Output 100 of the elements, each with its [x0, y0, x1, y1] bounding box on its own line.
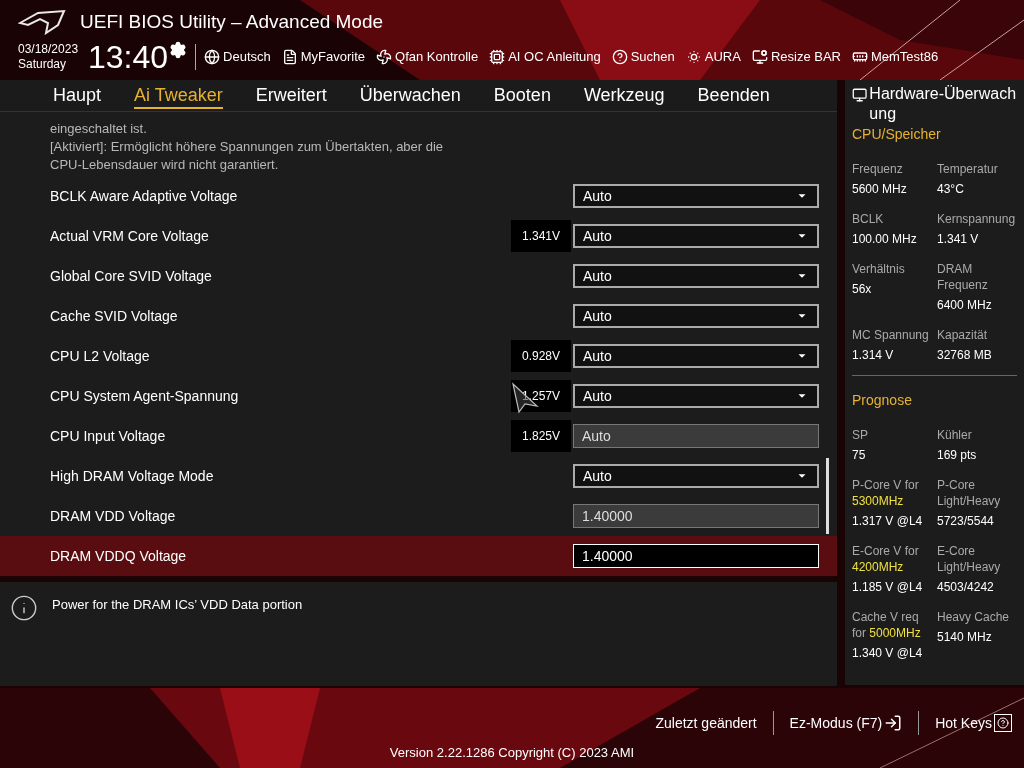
setting-label: Cache SVID Voltage [50, 306, 179, 326]
setting-row[interactable]: CPU Input Voltage 1.825V Auto [0, 416, 837, 456]
description-text: CPU-Lebensdauer wird nicht garantiert. [50, 156, 280, 174]
monitor-label: Kühler [937, 427, 973, 443]
tab[interactable]: Überwachen [359, 82, 461, 109]
monitor-label: P-Core V for 5300MHz [852, 477, 920, 509]
weekday: Saturday [18, 56, 68, 72]
voltage-reading: 1.341V [511, 220, 571, 252]
description-text: eingeschaltet ist. [50, 120, 148, 138]
exit-icon [884, 714, 903, 732]
monitor-label: P-Core Light/Heavy [937, 477, 1002, 509]
monitor-value: 6400 MHz [937, 297, 993, 313]
dropdown[interactable]: Auto [573, 384, 819, 408]
help-icon [994, 714, 1012, 732]
tab[interactable]: Ai Tweaker [134, 82, 223, 109]
monitor-value: 75 [852, 447, 867, 463]
window-title: UEFI BIOS Utility – Advanced Mode [80, 10, 384, 34]
dropdown[interactable]: Auto [573, 264, 819, 288]
monitor-icon [751, 48, 768, 65]
monitor-value: 5723/5544 [937, 513, 995, 529]
toolbar-button[interactable]: Deutsch [204, 46, 271, 67]
help-icon [611, 48, 628, 65]
footer-button[interactable]: Zuletzt geändert [655, 712, 757, 734]
monitor-value: 1.341 V [937, 231, 980, 247]
readonly-field: Auto [573, 424, 819, 448]
chip-icon [489, 48, 506, 65]
monitor-value: 5140 MHz [937, 629, 993, 645]
setting-label: Global Core SVID Voltage [50, 266, 213, 286]
info-icon [10, 594, 38, 622]
dropdown[interactable]: Auto [573, 344, 819, 368]
section-title: CPU/Speicher [852, 125, 942, 144]
monitor-label: E-Core V for 4200MHz [852, 543, 920, 575]
light-icon [685, 48, 702, 65]
monitor-label: Heavy Cache [937, 609, 1011, 625]
setting-row[interactable]: BCLK Aware Adaptive Voltage Auto [0, 176, 837, 216]
monitor-label: Verhältnis [852, 261, 906, 277]
setting-row[interactable]: Global Core SVID Voltage Auto [0, 256, 837, 296]
tab[interactable]: Werkzeug [583, 82, 665, 109]
setting-row[interactable]: Actual VRM Core Voltage 1.341V Auto [0, 216, 837, 256]
setting-row[interactable]: Cache SVID Voltage Auto [0, 296, 837, 336]
setting-label: CPU L2 Voltage [50, 346, 151, 366]
monitor-value: 100.00 MHz [852, 231, 918, 247]
monitor-value: 43°C [937, 181, 965, 197]
monitor-label: DRAM Frequenz [937, 261, 989, 293]
monitor-label: E-Core Light/Heavy [937, 543, 1002, 575]
dropdown[interactable]: Auto [573, 224, 819, 248]
monitor-label: Temperatur [937, 161, 999, 177]
clock: 13:40 [88, 40, 169, 73]
dropdown[interactable]: Auto [573, 464, 819, 488]
section-title: Prognose [852, 391, 913, 410]
monitor-value: 32768 MB [937, 347, 993, 363]
tab[interactable]: Haupt [53, 82, 102, 109]
dropdown[interactable]: Auto [573, 304, 819, 328]
tab[interactable]: Booten [493, 82, 551, 109]
monitor-value: 1.314 V [852, 347, 895, 363]
monitor-value: 1.185 V @L4 [852, 579, 924, 595]
tab[interactable]: Beenden [697, 82, 770, 109]
voltage-reading: 1.825V [511, 420, 571, 452]
setting-row[interactable]: DRAM VDDQ Voltage 1.40000 [0, 536, 837, 576]
scrollbar[interactable] [826, 458, 829, 534]
toolbar-button[interactable]: Suchen [611, 46, 675, 67]
setting-label: DRAM VDD Voltage [50, 506, 177, 526]
globe-icon [204, 48, 221, 65]
dropdown[interactable]: Auto [573, 184, 819, 208]
toolbar-button[interactable]: AURA [685, 46, 741, 67]
list-icon [281, 48, 298, 65]
setting-label: DRAM VDDQ Voltage [50, 546, 188, 566]
monitor-label: SP [852, 427, 869, 443]
monitor-label: Frequenz [852, 161, 904, 177]
setting-row[interactable]: High DRAM Voltage Mode Auto [0, 456, 837, 496]
setting-row[interactable]: CPU L2 Voltage 0.928V Auto [0, 336, 837, 376]
settings-icon[interactable] [169, 40, 188, 59]
version-text: Version 2.22.1286 Copyright (C) 2023 AMI [389, 744, 635, 762]
monitor-value: 4503/4242 [937, 579, 995, 595]
monitor-label: Cache V req for 5000MHz [852, 609, 922, 641]
setting-label: Actual VRM Core Voltage [50, 226, 210, 246]
toolbar-button[interactable]: Qfan Kontrolle [376, 46, 479, 67]
input-field[interactable]: 1.40000 [573, 504, 819, 528]
monitor-label: BCLK [852, 211, 885, 227]
tab[interactable]: Erweitert [255, 82, 327, 109]
setting-label: BCLK Aware Adaptive Voltage [50, 186, 239, 206]
footer-button[interactable]: Hot Keys [935, 712, 1012, 734]
toolbar-button[interactable]: MyFavorite [281, 46, 366, 67]
toolbar-button[interactable]: Resize BAR [751, 46, 841, 67]
monitor-value: 1.317 V @L4 [852, 513, 924, 529]
setting-label: High DRAM Voltage Mode [50, 466, 215, 486]
setting-row[interactable]: DRAM VDD Voltage 1.40000 [0, 496, 837, 536]
monitor-value: 5600 MHz [852, 181, 908, 197]
toolbar-button[interactable]: AI OC Anleitung [489, 46, 601, 67]
monitor-icon [852, 86, 868, 104]
toolbar-button[interactable]: MemTest86 [852, 46, 939, 67]
monitor-label: MC Spannung [852, 327, 930, 343]
footer-button[interactable]: Ez-Modus (F7) [789, 712, 903, 734]
setting-label: CPU System Agent-Spannung [50, 386, 240, 406]
monitor-value: 56x [852, 281, 873, 297]
logo-icon [18, 9, 68, 36]
panel-title: Hardware-Überwachung [869, 84, 1017, 124]
date: 03/18/2023 [18, 41, 80, 57]
input-field[interactable]: 1.40000 [573, 544, 819, 568]
monitor-value: 169 pts [937, 447, 978, 463]
